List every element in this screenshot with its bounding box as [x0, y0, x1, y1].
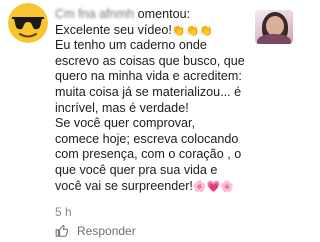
- sunglasses-emoji-icon: [8, 3, 48, 43]
- thumbs-up-icon[interactable]: [55, 224, 69, 238]
- clap-emoji: 👏👏👏: [171, 23, 214, 37]
- comment-text: Eu tenho um caderno onde escrevo as cois…: [55, 38, 245, 193]
- video-thumbnail[interactable]: [255, 10, 293, 44]
- comment-body: Cm fna afnmh omentou: Excelente seu víde…: [55, 7, 250, 194]
- flower-heart-emoji: 🌸💗🌸: [192, 179, 234, 193]
- reply-button[interactable]: Responder: [77, 224, 136, 238]
- header-suffix: omentou:: [137, 7, 191, 21]
- comment-timestamp: 5 h: [55, 205, 72, 219]
- author-name[interactable]: Cm fna afnmh: [55, 7, 134, 23]
- comment-actions: Responder: [55, 223, 136, 239]
- comment-line-1: Excelente seu vídeo!👏👏👏: [55, 22, 214, 37]
- comment-header: Cm fna afnmh omentou:: [55, 7, 250, 23]
- avatar[interactable]: [8, 3, 48, 43]
